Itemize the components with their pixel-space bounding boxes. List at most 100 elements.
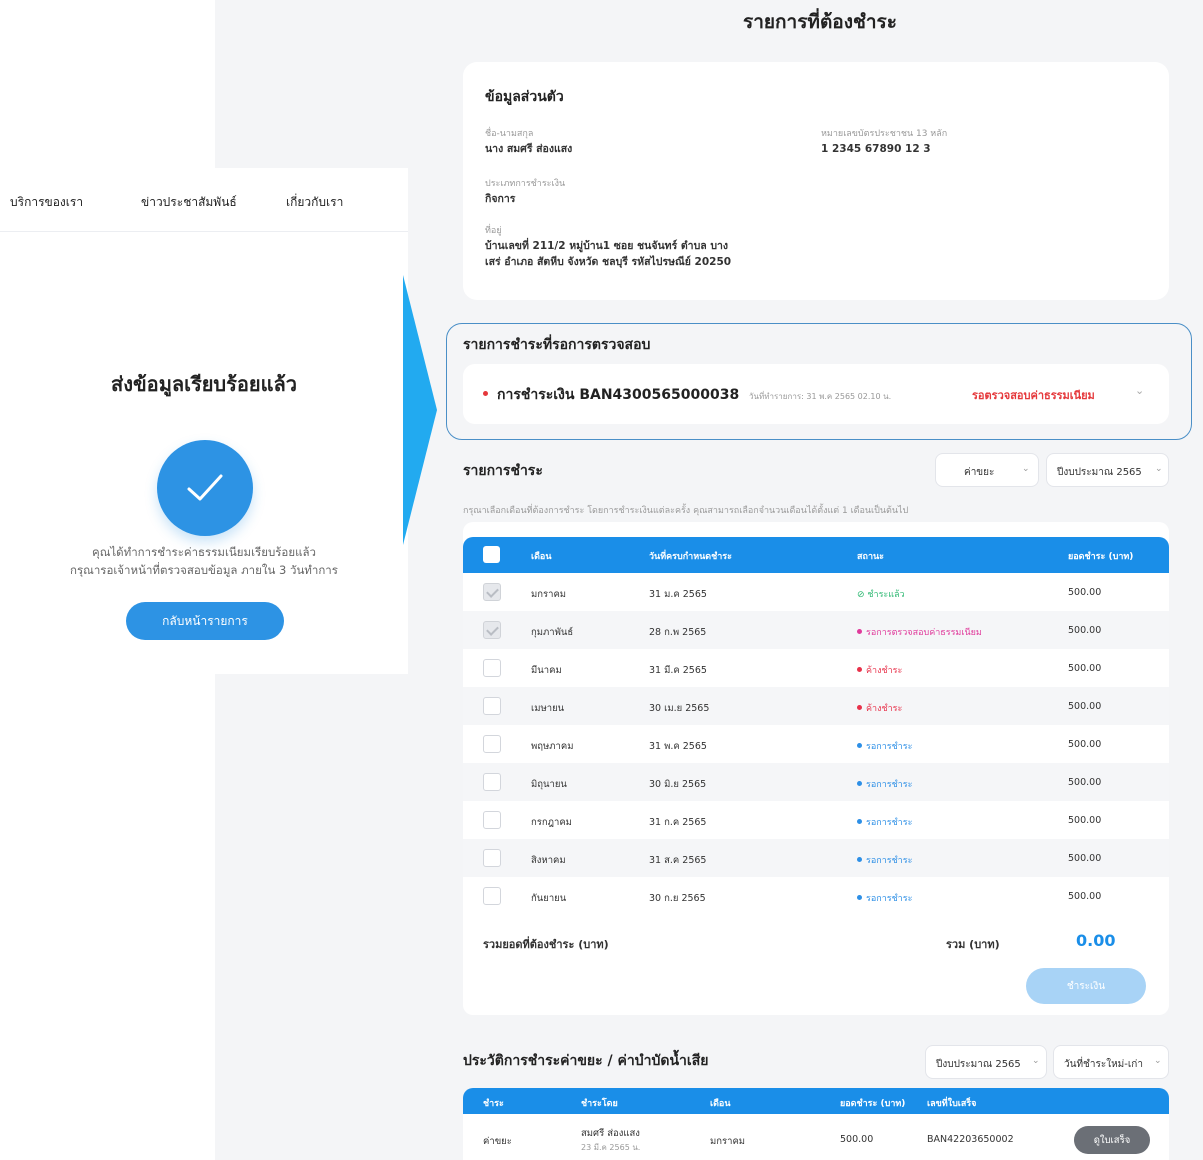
table-row[interactable]: มีนาคม 31 มี.ค 2565 ค้างชำระ 500.00 [463, 649, 1169, 687]
type-filter-value: ค่าขยะ [964, 467, 995, 478]
row-checkbox[interactable] [483, 621, 501, 639]
row-month: กันยายน [531, 893, 567, 904]
status-dot-icon [857, 629, 862, 634]
row-checkbox[interactable] [483, 811, 501, 829]
row-status: ⊘ ชำระแล้ว [857, 587, 905, 601]
hist-col-receipt: เลขที่ใบเสร็จ [927, 1099, 977, 1109]
row-checkbox[interactable] [483, 735, 501, 753]
row-amount: 500.00 [1068, 739, 1102, 750]
row-month: พฤษภาคม [531, 741, 574, 752]
chevron-down-icon: ⌄ [1022, 464, 1030, 474]
col-due-date: วันที่ครบกำหนดชำระ [649, 552, 732, 562]
name-value: นาง สมศรี ส่องแสง [485, 143, 573, 155]
row-status: รอการชำระ [857, 891, 912, 905]
status-dot-icon [857, 781, 862, 786]
view-receipt-button[interactable]: ดูใบเสร็จ [1074, 1126, 1150, 1154]
row-amount: 500.00 [1068, 701, 1102, 712]
year-filter-select[interactable]: ปีงบประมาณ 2565 ⌄ [1046, 453, 1169, 487]
check-circle-icon [157, 440, 253, 536]
nav-about[interactable]: เกี่ยวกับเรา [286, 193, 343, 212]
hist-payer: สมศรี ส่องแสง [581, 1128, 640, 1139]
row-due: 30 มิ.ย 2565 [649, 779, 707, 790]
payments-heading: รายการชำระ [463, 463, 543, 479]
history-year-value: ปีงบประมาณ 2565 [936, 1059, 1021, 1070]
table-row[interactable]: กรกฎาคม 31 ก.ค 2565 รอการชำระ 500.00 [463, 801, 1169, 839]
row-status: รอการชำระ [857, 815, 912, 829]
address-line1: บ้านเลขที่ 211/2 หมู่บ้าน1 ซอย ชนจันทร์ … [485, 240, 729, 252]
row-status-text: รอการชำระ [866, 780, 913, 790]
pending-item-date: วันที่ทำรายการ: 31 พ.ค 2565 02.10 น. [749, 392, 892, 401]
type-filter-select[interactable]: ค่าขยะ ⌄ [935, 453, 1039, 487]
success-title: ส่งข้อมูลเรียบร้อยแล้ว [111, 372, 297, 396]
address-line2: เสร่ อำเภอ สัตหีบ จังหวัด ชลบุรี รหัสไปร… [485, 256, 732, 268]
row-checkbox[interactable] [483, 849, 501, 867]
chevron-down-icon: ⌄ [1154, 1056, 1162, 1066]
pending-dot-icon [483, 391, 488, 396]
name-label: ชื่อ-นามสกุล [485, 129, 534, 139]
row-status-text: ค้างชำระ [866, 666, 903, 676]
pending-item[interactable]: การชำระเงิน BAN4300565000038 วันที่ทำราย… [463, 364, 1169, 424]
address-label: ที่อยู่ [485, 226, 502, 236]
table-row[interactable]: กันยายน 30 ก.ย 2565 รอการชำระ 500.00 [463, 877, 1169, 915]
hist-col-amount: ยอดชำระ (บาท) [840, 1099, 906, 1109]
row-amount: 500.00 [1068, 663, 1102, 674]
row-due: 31 ม.ค 2565 [649, 589, 707, 600]
select-all-checkbox[interactable] [483, 546, 500, 563]
table-row[interactable]: มกราคม 31 ม.ค 2565 ⊘ ชำระแล้ว 500.00 [463, 573, 1169, 611]
row-month: เมษายน [531, 703, 565, 714]
col-status: สถานะ [857, 552, 884, 562]
personal-info-heading: ข้อมูลส่วนตัว [485, 89, 564, 105]
row-month: กรกฎาคม [531, 817, 572, 828]
table-row[interactable]: พฤษภาคม 31 พ.ค 2565 รอการชำระ 500.00 [463, 725, 1169, 763]
row-checkbox[interactable] [483, 583, 501, 601]
row-checkbox[interactable] [483, 887, 501, 905]
sum-label: รวม (บาท) [946, 938, 1000, 951]
row-status-text: ชำระแล้ว [867, 590, 905, 600]
table-row[interactable]: เมษายน 30 เม.ย 2565 ค้างชำระ 500.00 [463, 687, 1169, 725]
table-row[interactable]: มิถุนายน 30 มิ.ย 2565 รอการชำระ 500.00 [463, 763, 1169, 801]
row-amount: 500.00 [1068, 853, 1102, 864]
history-row: ค่าขยะ สมศรี ส่องแสง 23 มี.ค 2565 น. มกร… [463, 1114, 1169, 1160]
row-status-text: รอการชำระ [866, 894, 913, 904]
hist-payer-date: 23 มี.ค 2565 น. [581, 1143, 641, 1152]
history-heading: ประวัติการชำระค่าขยะ / ค่าบำบัดน้ำเสีย [463, 1053, 709, 1069]
history-year-select[interactable]: ปีงบประมาณ 2565 ⌄ [925, 1045, 1047, 1079]
row-status: รอการชำระ [857, 777, 912, 791]
nav-news[interactable]: ข่าวประชาสัมพันธ์ [141, 193, 237, 212]
row-checkbox[interactable] [483, 697, 501, 715]
payments-table-header: เดือน วันที่ครบกำหนดชำระ สถานะ ยอดชำระ (… [463, 537, 1169, 573]
payment-type-label: ประเภทการชำระเงิน [485, 179, 566, 189]
pay-button[interactable]: ชำระเงิน [1026, 968, 1146, 1004]
nav-services[interactable]: บริการของเรา [10, 193, 83, 212]
hist-col-payer: ชำระโดย [581, 1099, 618, 1109]
row-status-text: ค้างชำระ [866, 704, 903, 714]
status-dot-icon [857, 667, 862, 672]
table-row[interactable]: สิงหาคม 31 ส.ค 2565 รอการชำระ 500.00 [463, 839, 1169, 877]
history-sort-select[interactable]: วันที่ชำระใหม่-เก่า ⌄ [1053, 1045, 1169, 1079]
pending-heading: รายการชำระที่รอการตรวจสอบ [463, 337, 651, 353]
check-circle-small-icon: ⊘ [857, 590, 868, 600]
row-due: 31 มี.ค 2565 [649, 665, 707, 676]
table-row[interactable]: กุมภาพันธ์ 28 ก.พ 2565 รอการตรวจสอบค่าธร… [463, 611, 1169, 649]
row-due: 31 พ.ค 2565 [649, 741, 707, 752]
page-title: รายการที่ต้องชำระ [743, 11, 897, 33]
chevron-down-icon[interactable]: ⌄ [1135, 384, 1144, 397]
row-amount: 500.00 [1068, 625, 1102, 636]
payment-type-value: กิจการ [485, 193, 516, 205]
success-panel: บริการของเรา ข่าวประชาสัมพันธ์ เกี่ยวกับ… [0, 168, 408, 674]
back-to-list-button[interactable]: กลับหน้ารายการ [126, 602, 284, 640]
row-due: 30 เม.ย 2565 [649, 703, 710, 714]
row-month: สิงหาคม [531, 855, 566, 866]
row-checkbox[interactable] [483, 659, 501, 677]
row-month: มิถุนายน [531, 779, 567, 790]
sum-value: 0.00 [1076, 931, 1116, 950]
status-dot-icon [857, 857, 862, 862]
row-month: มีนาคม [531, 665, 562, 676]
hist-type: ค่าขยะ [483, 1136, 512, 1147]
row-amount: 500.00 [1068, 587, 1102, 598]
row-checkbox[interactable] [483, 773, 501, 791]
id-label: หมายเลขบัตรประชาชน 13 หลัก [821, 129, 948, 139]
hist-receipt-no: BAN42203650002 [927, 1134, 1014, 1145]
row-status: รอการชำระ [857, 853, 912, 867]
status-dot-icon [857, 819, 862, 824]
